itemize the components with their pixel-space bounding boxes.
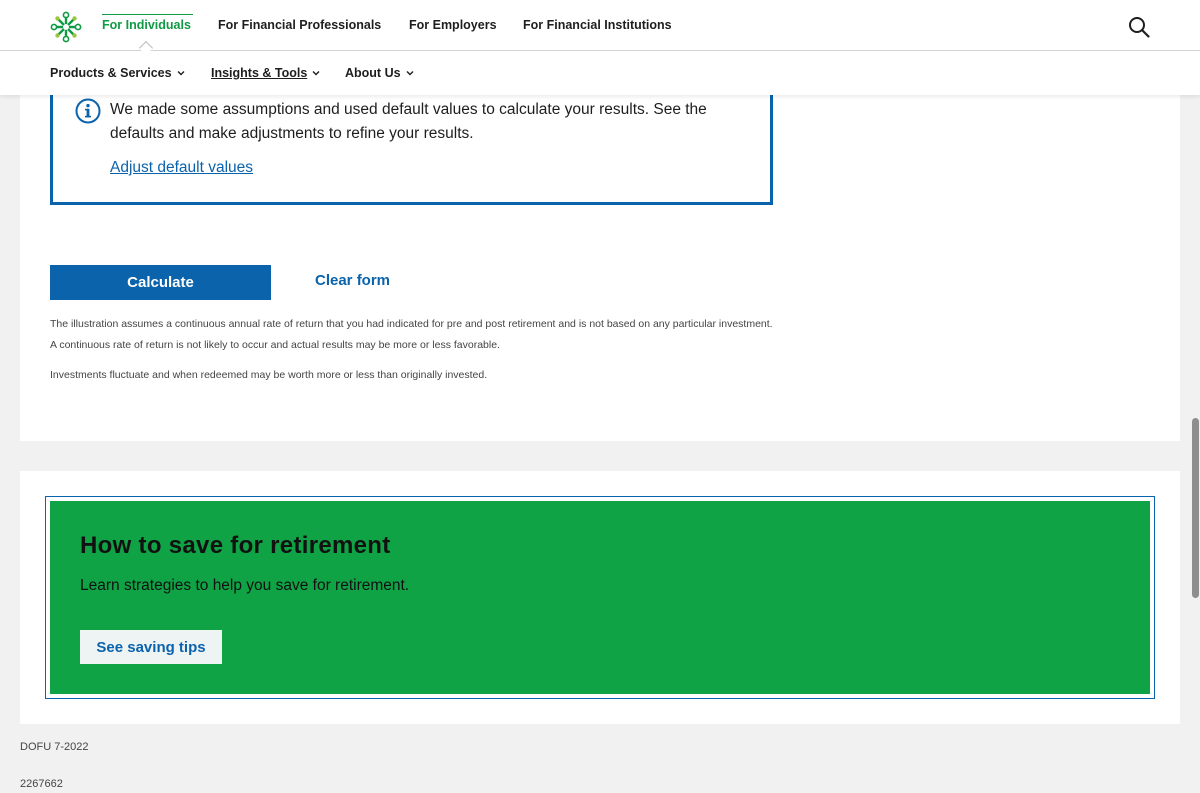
subnav-about-us[interactable]: About Us — [345, 66, 414, 80]
chevron-down-icon — [312, 71, 320, 76]
disclaimer-text: Investments fluctuate and when redeemed … — [50, 369, 488, 381]
company-logo-icon[interactable] — [50, 11, 82, 43]
scrollbar-thumb[interactable] — [1192, 418, 1199, 598]
subnav-label: About Us — [345, 66, 401, 80]
chevron-down-icon — [177, 71, 185, 76]
calculate-button[interactable]: Calculate — [50, 265, 271, 300]
nav-for-individuals[interactable]: For Individuals — [102, 18, 191, 32]
subnav-products-services[interactable]: Products & Services — [50, 66, 185, 80]
subnav-label: Products & Services — [50, 66, 172, 80]
nav-for-employers[interactable]: For Employers — [409, 18, 497, 32]
footer-code: 2267662 — [20, 778, 63, 790]
search-icon[interactable] — [1128, 16, 1150, 38]
promo-banner: How to save for retirement Learn strateg… — [50, 501, 1150, 694]
subnav-insights-tools[interactable]: Insights & Tools — [211, 66, 320, 80]
notice-text: We made some assumptions and used defaul… — [110, 101, 707, 142]
nav-for-financial-institutions[interactable]: For Financial Institutions — [523, 18, 672, 32]
adjust-default-values-link[interactable]: Adjust default values — [110, 159, 253, 177]
active-tab-indicator — [102, 14, 193, 15]
promo-title: How to save for retirement — [80, 532, 391, 559]
see-saving-tips-button[interactable]: See saving tips — [80, 630, 222, 664]
nav-for-financial-professionals[interactable]: For Financial Professionals — [218, 18, 381, 32]
chevron-down-icon — [406, 71, 414, 76]
subnav-label: Insights & Tools — [211, 66, 308, 80]
clear-form-button[interactable]: Clear form — [315, 272, 390, 289]
top-navigation: For Individuals For Financial Profession… — [0, 0, 1200, 51]
sub-navigation: Products & Services Insights & Tools Abo… — [0, 51, 1200, 95]
promo-subtitle: Learn strategies to help you save for re… — [80, 577, 410, 594]
info-icon — [75, 98, 101, 124]
disclaimer-text: The illustration assumes a continuous an… — [50, 318, 773, 351]
footer-code: DOFU 7-2022 — [20, 741, 89, 753]
